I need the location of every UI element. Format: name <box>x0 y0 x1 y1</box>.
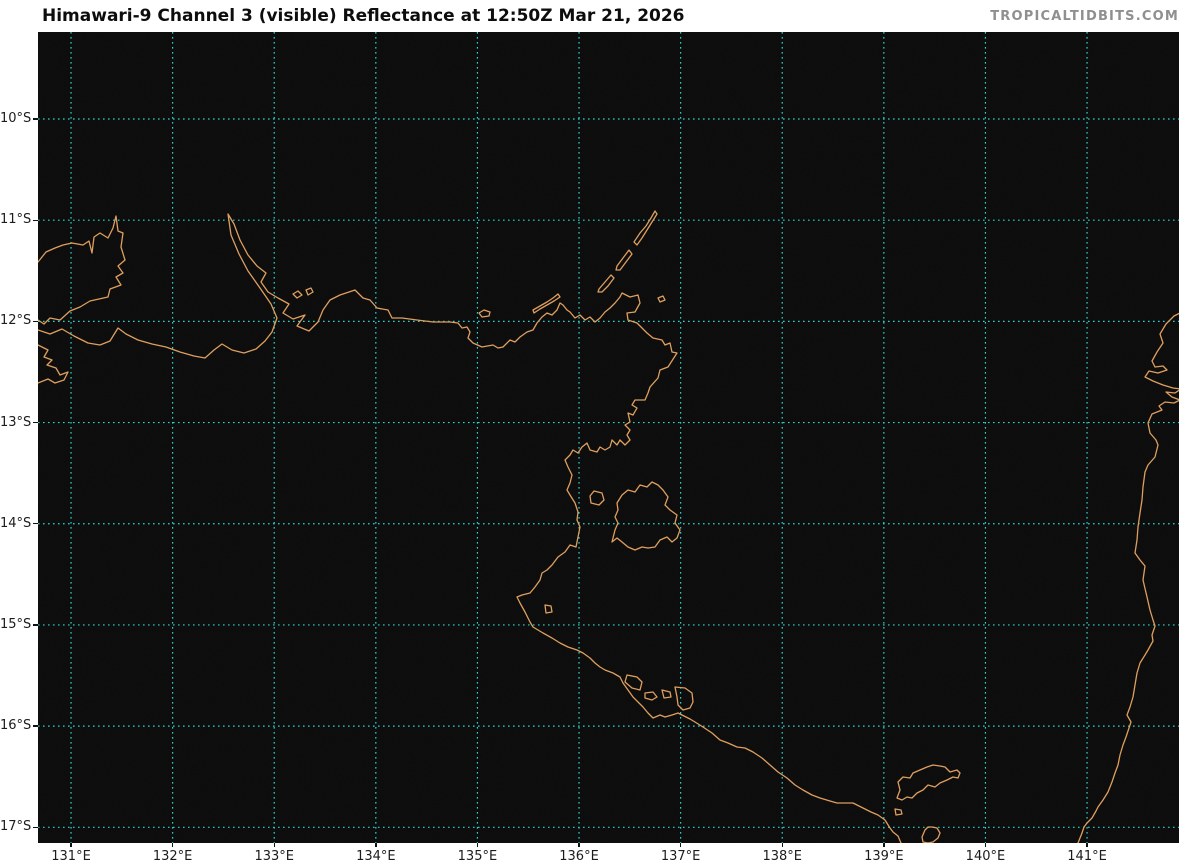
map-canvas <box>38 32 1179 843</box>
lon-label-133E: 133°E <box>239 850 309 863</box>
lat-tick-14S <box>33 523 38 524</box>
lon-label-139E: 139°E <box>849 850 919 863</box>
lat-label-16S: 16°S <box>0 719 31 732</box>
lon-tick-139E <box>883 843 884 847</box>
lat-label-15S: 15°S <box>0 618 31 631</box>
lat-tick-13S <box>33 422 38 423</box>
lon-label-135E: 135°E <box>442 850 512 863</box>
lon-tick-141E <box>1086 843 1087 847</box>
page-title: Himawari-9 Channel 3 (visible) Reflectan… <box>42 6 685 26</box>
lat-tick-10S <box>33 118 38 119</box>
lat-label-13S: 13°S <box>0 416 31 429</box>
lon-label-131E: 131°E <box>36 850 106 863</box>
lat-label-10S: 10°S <box>0 112 31 125</box>
tropicaltidbits-watermark: TROPICALTIDBITS.COM <box>990 9 1179 24</box>
lat-tick-11S <box>33 220 38 221</box>
lat-tick-17S <box>33 827 38 828</box>
lat-label-17S: 17°S <box>0 820 31 833</box>
lon-label-141E: 141°E <box>1052 850 1122 863</box>
lon-tick-140E <box>985 843 986 847</box>
lon-tick-137E <box>680 843 681 847</box>
lon-tick-133E <box>274 843 275 847</box>
lat-label-12S: 12°S <box>0 314 31 327</box>
sensor-noise-layer <box>38 32 1179 843</box>
lon-tick-134E <box>375 843 376 847</box>
lat-tick-12S <box>33 321 38 322</box>
lon-label-138E: 138°E <box>747 850 817 863</box>
lat-label-11S: 11°S <box>0 213 31 226</box>
lon-label-136E: 136°E <box>544 850 614 863</box>
lon-tick-136E <box>578 843 579 847</box>
lon-tick-132E <box>172 843 173 847</box>
lon-label-140E: 140°E <box>950 850 1020 863</box>
lon-label-137E: 137°E <box>646 850 716 863</box>
lon-label-134E: 134°E <box>341 850 411 863</box>
satellite-map <box>38 32 1179 843</box>
lat-tick-16S <box>33 725 38 726</box>
lat-tick-15S <box>33 624 38 625</box>
lon-tick-131E <box>70 843 71 847</box>
lon-tick-135E <box>477 843 478 847</box>
lon-label-132E: 132°E <box>138 850 208 863</box>
satellite-imagery-page: Himawari-9 Channel 3 (visible) Reflectan… <box>0 0 1200 867</box>
lon-tick-138E <box>782 843 783 847</box>
lat-label-14S: 14°S <box>0 517 31 530</box>
